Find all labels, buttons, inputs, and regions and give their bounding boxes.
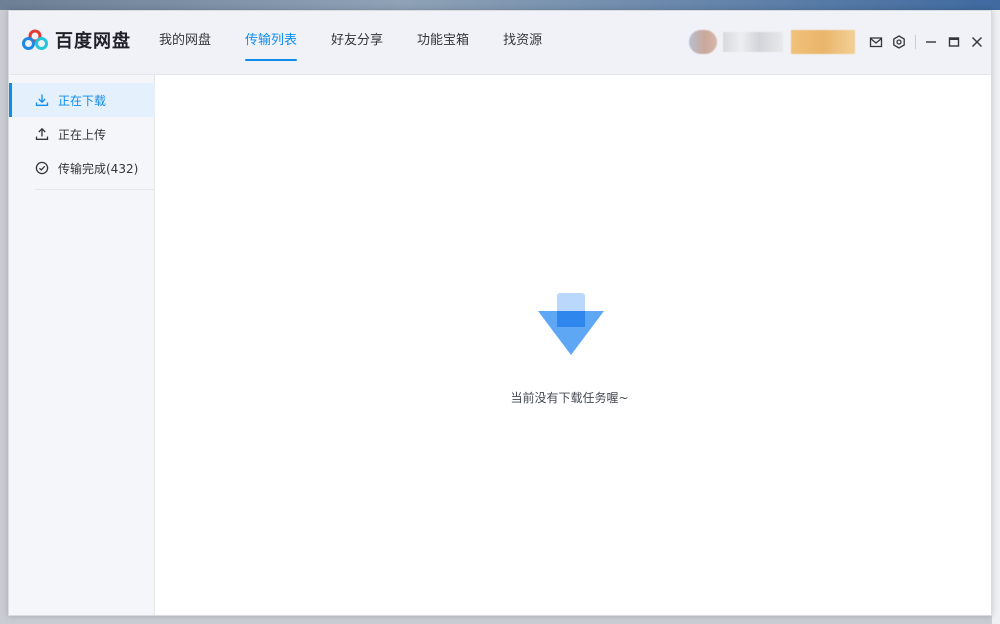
- empty-state-message: 当前没有下载任务喔~: [510, 391, 629, 405]
- app-name: 百度网盘: [55, 31, 131, 52]
- vip-badge-redacted[interactable]: [791, 30, 855, 54]
- main-nav: 我的网盘 传输列表 好友分享 功能宝箱 找资源: [159, 11, 576, 75]
- tab-toolbox[interactable]: 功能宝箱: [417, 11, 469, 75]
- mail-button[interactable]: [867, 33, 885, 51]
- sidebar-item-downloading[interactable]: 正在下载: [9, 83, 155, 117]
- download-icon: [35, 94, 49, 106]
- check-circle-icon: [35, 161, 49, 175]
- desktop-background: [0, 0, 1000, 10]
- settings-icon: [893, 35, 905, 49]
- minimize-button[interactable]: [922, 33, 940, 51]
- sidebar-item-label: 正在上传: [58, 127, 107, 142]
- empty-download-illustration-icon: [538, 293, 604, 355]
- app-window: 百度网盘 我的网盘 传输列表 好友分享 功能宝箱 找资源 正在下载 正在上传 传…: [8, 10, 992, 616]
- transfer-sidebar: 正在下载 正在上传 传输完成(432): [9, 75, 155, 615]
- baidu-netdisk-logo-icon: [22, 29, 48, 50]
- minimize-icon: [926, 41, 936, 43]
- mail-icon: [869, 37, 883, 48]
- sidebar-item-label: 正在下载: [58, 93, 107, 108]
- sidebar-divider: [35, 189, 155, 190]
- avatar[interactable]: [689, 30, 717, 54]
- close-icon: [972, 37, 982, 47]
- sidebar-item-label: 传输完成(432): [58, 161, 139, 176]
- user-name-redacted: [723, 32, 783, 52]
- maximize-button[interactable]: [945, 33, 963, 51]
- maximize-icon: [948, 37, 960, 47]
- sidebar-item-completed[interactable]: 传输完成(432): [9, 151, 155, 185]
- app-logo[interactable]: 百度网盘: [21, 27, 131, 53]
- tab-find-resources[interactable]: 找资源: [503, 11, 542, 75]
- user-profile[interactable]: [689, 30, 859, 54]
- window-controls: [867, 33, 991, 51]
- tab-my-disk[interactable]: 我的网盘: [159, 11, 211, 75]
- transfer-content: 当前没有下载任务喔~: [156, 75, 991, 615]
- sidebar-item-uploading[interactable]: 正在上传: [9, 117, 155, 151]
- tab-transfer-list[interactable]: 传输列表: [245, 11, 298, 75]
- divider: [915, 35, 916, 49]
- sidebar-list: 正在下载 正在上传 传输完成(432): [9, 83, 155, 185]
- desktop-background-right: [992, 10, 1000, 624]
- settings-button[interactable]: [890, 33, 908, 51]
- title-bar: 百度网盘 我的网盘 传输列表 好友分享 功能宝箱 找资源: [9, 11, 991, 75]
- close-button[interactable]: [968, 33, 986, 51]
- tab-friend-share[interactable]: 好友分享: [331, 11, 383, 75]
- upload-icon: [35, 127, 49, 140]
